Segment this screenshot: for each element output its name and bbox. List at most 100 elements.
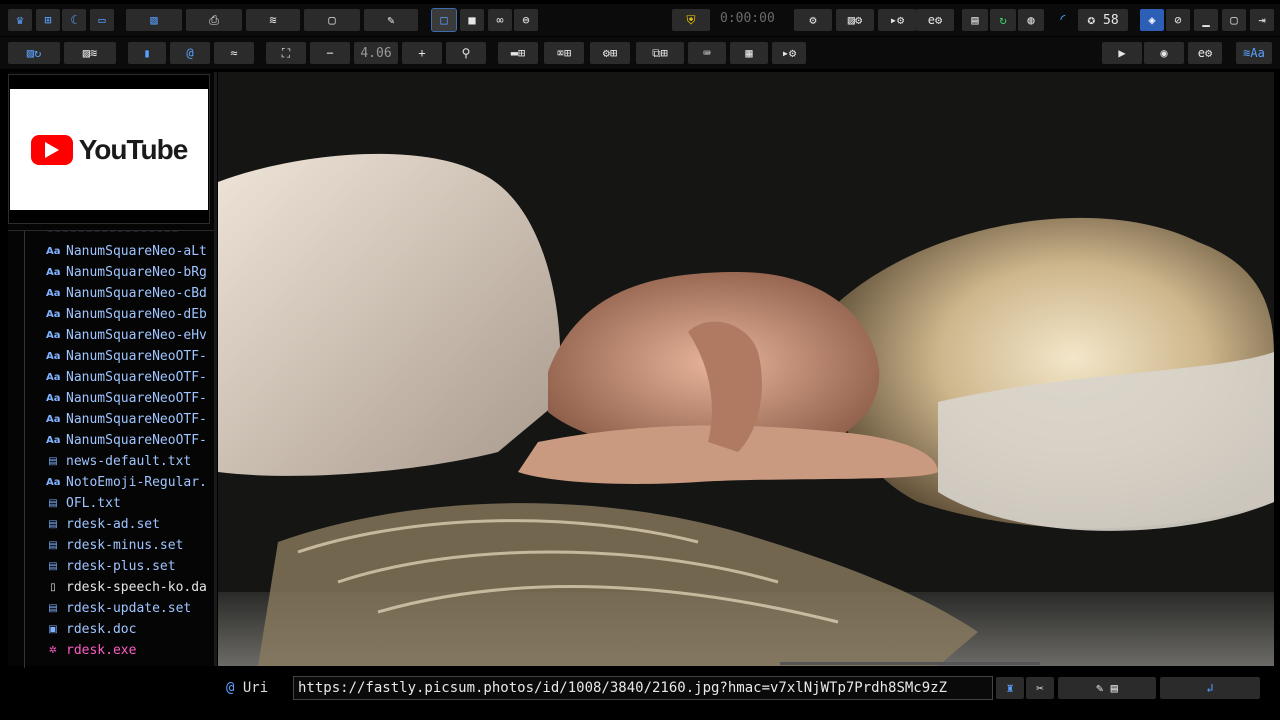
list-item[interactable]: ▤ rdesk-ad.set — [46, 514, 160, 534]
edit-document-icon[interactable]: ✎ ▤ — [1058, 677, 1156, 699]
windows-icon[interactable]: ⊞ — [36, 9, 60, 31]
list-item[interactable]: Aa NanumSquareNeoOTF- — [46, 430, 207, 450]
list-item[interactable]: Aa NanumSquareNeo-cBd — [46, 283, 207, 303]
zoom-in-icon[interactable]: + — [402, 42, 442, 64]
fullscreen-icon[interactable]: ⛶ — [266, 42, 306, 64]
maximize-icon[interactable]: ▢ — [1222, 9, 1246, 31]
settings-icon[interactable]: ⚙ — [794, 9, 832, 31]
list-item-label: NanumSquareNeoOTF- — [66, 432, 207, 448]
document-icon: ▤ — [48, 539, 58, 551]
uri-label: @ Uri — [226, 680, 268, 696]
list-item[interactable]: Aa NanumSquareNeo-eHv — [46, 325, 207, 345]
list-item-label: NotoEmoji-Regular. — [66, 474, 207, 490]
document-icon: ▤ — [48, 602, 58, 614]
font-database-icon[interactable]: ≋Aa — [1236, 42, 1272, 64]
font-file-icon: Aa — [46, 434, 61, 446]
pen-icon[interactable]: ✎ — [364, 9, 418, 31]
horizontal-scrollbar[interactable] — [780, 662, 1040, 665]
image-settings-icon[interactable]: ▨⚙ — [836, 9, 874, 31]
folder-windows-icon[interactable]: ▬⊞ — [498, 42, 538, 64]
frame-fill-icon[interactable]: ■ — [460, 9, 484, 31]
browser-gear-icon[interactable]: e⚙ — [1188, 42, 1222, 64]
calculator-icon[interactable]: ▦ — [730, 42, 768, 64]
stamp-icon[interactable]: ⊜ — [514, 9, 538, 31]
font-file-icon: Aa — [46, 287, 61, 299]
printer-icon[interactable]: ⎙ — [186, 9, 242, 31]
image-icon[interactable]: ▨ — [126, 9, 182, 31]
font-file-icon: Aa — [46, 392, 61, 404]
block-icon[interactable]: ⊘ — [1166, 9, 1190, 31]
image-refresh-icon[interactable]: ▨↻ — [8, 42, 60, 64]
wave-icon[interactable]: ≈ — [214, 42, 254, 64]
frame-outline-icon[interactable]: □ — [431, 8, 457, 32]
list-item-label: news-default.txt — [66, 453, 192, 469]
chat-icon[interactable]: ▢ — [304, 9, 360, 31]
list-item[interactable]: ▣ rdesk.doc — [46, 619, 136, 639]
github-icon[interactable]: ◉ — [1144, 42, 1184, 64]
exit-icon[interactable]: ⇥ — [1250, 9, 1274, 31]
youtube-brand: YouTube — [78, 133, 189, 165]
pill-icon[interactable]: ◈ — [1140, 9, 1164, 31]
enter-icon[interactable]: ↲ — [1160, 677, 1260, 699]
list-item-label: rdesk-minus.set — [66, 537, 184, 553]
list-item[interactable]: ▤ OFL.txt — [46, 493, 121, 513]
list-item[interactable]: Aa NanumSquareNeoOTF- — [46, 367, 207, 387]
list-item[interactable]: Aa NotoEmoji-Regular. — [46, 472, 207, 492]
play-gear-icon[interactable]: ▸⚙ — [772, 42, 806, 64]
list-item-label: NanumSquareNeo-dEb — [66, 306, 207, 322]
image-viewer[interactable] — [218, 72, 1274, 666]
refresh-icon[interactable]: ↻ — [990, 9, 1016, 31]
list-item[interactable]: Aa NanumSquareNeoOTF- — [46, 388, 207, 408]
at-icon[interactable]: @ — [170, 42, 210, 64]
list-item-label: NanumSquareNeoOTF- — [66, 369, 207, 385]
minimize-icon[interactable]: ▁ — [1194, 9, 1218, 31]
run-icon[interactable]: ⚲ — [446, 42, 486, 64]
list-item[interactable]: Aa NanumSquareNeo-aLt — [46, 241, 207, 261]
trash-windows-icon[interactable]: ⌧⊞ — [544, 42, 584, 64]
crown-icon[interactable]: ♛ — [8, 9, 32, 31]
zoom-out-icon[interactable]: − — [310, 42, 350, 64]
database-icon[interactable]: ≋ — [246, 9, 300, 31]
list-item[interactable]: Aa NanumSquareNeoOTF- — [46, 409, 207, 429]
file-tree: ▴▴▴▴▴▴▴▴▴▴▴▴▴▴▴▴▴ AaNanumSquareNeo-aLtAa… — [8, 230, 214, 668]
list-item[interactable]: ✲ rdesk.exe — [46, 640, 137, 660]
file-icon[interactable]: ▮ — [128, 42, 166, 64]
font-file-icon: Aa — [46, 413, 61, 425]
list-item-label: NanumSquareNeoOTF- — [66, 348, 207, 364]
youtube-logo-icon — [30, 134, 73, 165]
bell-icon: ✪ — [1087, 12, 1103, 28]
image-database-icon[interactable]: ▨≋ — [64, 42, 116, 64]
youtube-icon[interactable]: ▶ — [1102, 42, 1142, 64]
uri-label-text: Uri — [242, 680, 269, 696]
castle-icon[interactable]: ♜ — [996, 677, 1024, 699]
list-item[interactable]: ▤ news-default.txt — [46, 451, 191, 471]
uri-input[interactable]: https://fastly.picsum.photos/id/1008/384… — [293, 676, 993, 700]
shield-icon[interactable]: ⛨ — [672, 9, 710, 31]
list-item[interactable]: ▤ rdesk-plus.set — [46, 556, 175, 576]
list-item-label: rdesk-ad.set — [66, 516, 160, 532]
scissors-icon[interactable]: ✂ — [1026, 677, 1054, 699]
list-item[interactable]: Aa NanumSquareNeo-bRg — [46, 262, 207, 282]
font-file-icon: Aa — [46, 329, 61, 341]
counter-badge[interactable]: ✪ 58 — [1078, 9, 1128, 31]
list-item[interactable]: Aa NanumSquareNeo-dEb — [46, 304, 207, 324]
list-item[interactable]: Aa NanumSquareNeoOTF- — [46, 346, 207, 366]
left-scrollbar[interactable] — [214, 72, 217, 666]
browser-settings-icon[interactable]: e⚙ — [916, 9, 954, 31]
glasses-icon[interactable]: ∞ — [488, 9, 512, 31]
moon-icon[interactable]: ☾ — [62, 9, 86, 31]
list-item-label: NanumSquareNeoOTF- — [66, 390, 207, 406]
globe-icon[interactable]: ◍ — [1018, 9, 1044, 31]
keyboard-icon[interactable]: ⌨ — [688, 42, 726, 64]
secondary-toolbar: ▨↻ ▨≋ ▮ @ ≈ ⛶ − 4.06 + ⚲ ▬⊞ ⌧⊞ ⚙⊞ ⧉⊞ ⌨ ▦… — [0, 37, 1280, 69]
copy-windows-icon[interactable]: ⧉⊞ — [636, 42, 684, 64]
list-item[interactable]: ▤ rdesk-minus.set — [46, 535, 183, 555]
clipboard-icon[interactable]: ▤ — [962, 9, 988, 31]
play-settings-icon[interactable]: ▸⚙ — [878, 9, 916, 31]
list-item[interactable]: ▯ rdesk-speech-ko.da — [46, 577, 207, 597]
monitor-icon[interactable]: ▭ — [90, 9, 114, 31]
list-item[interactable]: ▤ rdesk-update.set — [46, 598, 191, 618]
counter-value: 58 — [1103, 12, 1119, 28]
document-icon: ▤ — [48, 455, 58, 467]
settings-windows-icon[interactable]: ⚙⊞ — [590, 42, 630, 64]
